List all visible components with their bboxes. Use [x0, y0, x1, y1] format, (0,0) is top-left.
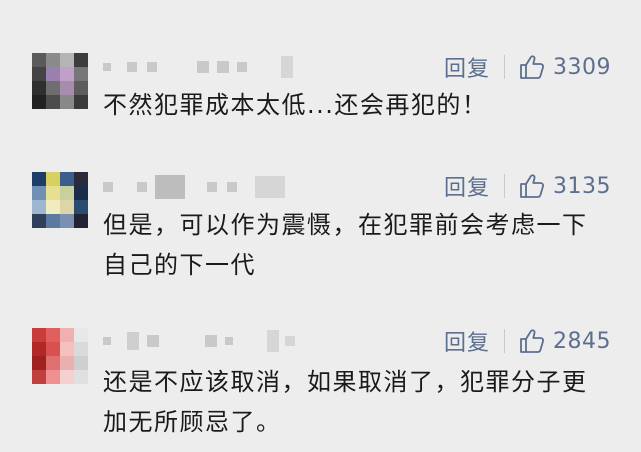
like-button[interactable]: 2845 [519, 328, 611, 354]
like-count: 2845 [553, 328, 611, 354]
avatar-pixel [60, 370, 74, 384]
comment-text: 还是不应该取消，如果取消了，犯罪分子更加无所顾忌了。 [103, 368, 588, 436]
divider [504, 329, 505, 353]
avatar[interactable] [32, 328, 88, 384]
avatar-pixel [46, 328, 60, 342]
comment-actions: 回复 2845 [444, 325, 611, 357]
avatar-pixel [60, 328, 74, 342]
avatar-pixel [74, 370, 88, 384]
avatar-pixel [46, 342, 60, 356]
avatar-pixel [74, 342, 88, 356]
avatar-pixel [32, 370, 46, 384]
avatar-pixel [60, 342, 74, 356]
comment-item: 回复 2845 还是不应该取消，如果取消了，犯罪分子更加无所顾忌了。 [0, 0, 641, 452]
reply-button[interactable]: 回复 [444, 325, 490, 357]
avatar-pixel [60, 356, 74, 370]
nickname-blurred[interactable] [103, 326, 295, 356]
avatar-pixel [74, 356, 88, 370]
avatar-pixel [32, 342, 46, 356]
avatar-pixel [32, 356, 46, 370]
avatar-pixel [74, 328, 88, 342]
thumbs-up-icon [520, 329, 545, 353]
avatar-pixel [46, 370, 60, 384]
avatar-pixel [46, 356, 60, 370]
avatar-pixel [32, 328, 46, 342]
